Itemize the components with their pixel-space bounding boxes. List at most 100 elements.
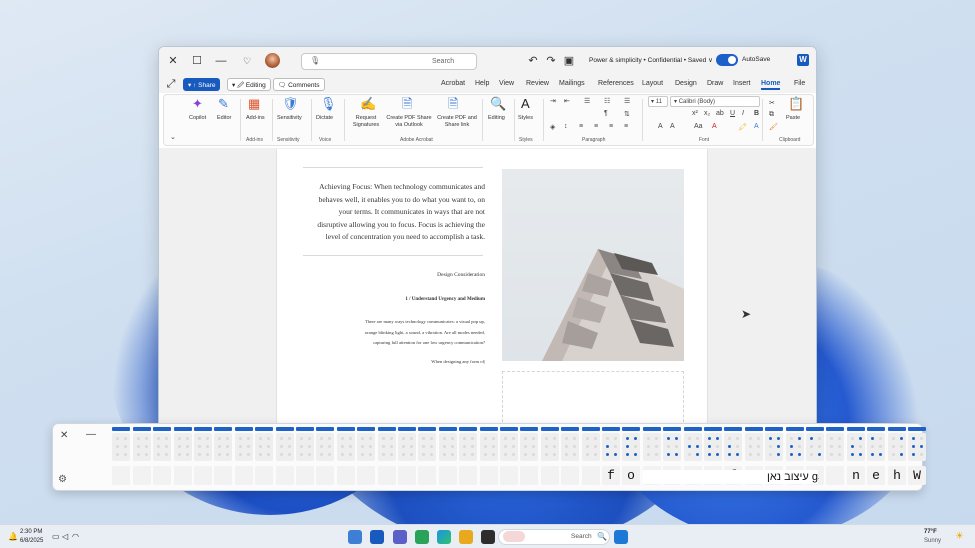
font-size-select[interactable]: ▾ 11 bbox=[648, 96, 668, 107]
braille-char bbox=[459, 466, 477, 485]
decrease-indent-icon[interactable]: ⇤ bbox=[564, 97, 570, 105]
addins-icon[interactable]: ▦ bbox=[248, 97, 260, 111]
font-color-icon[interactable]: A bbox=[712, 123, 717, 130]
volume-icon[interactable]: ◁ bbox=[62, 532, 68, 541]
tab-draw[interactable]: Draw bbox=[707, 80, 723, 87]
braille-dot bbox=[545, 437, 548, 440]
tab-help[interactable]: Help bbox=[475, 80, 489, 87]
shading-icon[interactable]: ◈ bbox=[550, 123, 555, 131]
maximize-icon[interactable]: ☐ bbox=[189, 54, 205, 68]
autosave-toggle[interactable] bbox=[716, 54, 738, 66]
highlight-icon[interactable]: 🖍 bbox=[738, 123, 747, 131]
avatar[interactable] bbox=[265, 53, 280, 68]
redo-icon[interactable]: ↷ bbox=[543, 54, 559, 68]
show-marks-icon[interactable]: ¶ bbox=[604, 110, 608, 117]
find-icon[interactable]: 🔍 bbox=[490, 97, 506, 111]
sensitivity-icon[interactable]: 🛡 bbox=[282, 97, 299, 111]
paste-icon[interactable]: 📋 bbox=[788, 97, 804, 111]
format-painter-icon[interactable]: 🖌 bbox=[769, 123, 778, 131]
change-case-icon[interactable]: Aa bbox=[694, 123, 703, 130]
cut-icon[interactable]: ✂ bbox=[769, 99, 775, 107]
collapse-ribbon-icon[interactable]: ⌄ bbox=[170, 133, 176, 141]
pin-icon[interactable]: ⤢ bbox=[163, 77, 179, 91]
store-icon[interactable] bbox=[415, 530, 429, 544]
braille-dot-grid bbox=[378, 433, 396, 461]
microphone-icon[interactable]: 🎙 bbox=[310, 56, 320, 65]
app-taskbar-icon[interactable] bbox=[348, 530, 362, 544]
word-taskbar-icon[interactable] bbox=[370, 530, 384, 544]
braille-char bbox=[153, 466, 171, 485]
font-name-select[interactable]: ▾ Calibri (Body) bbox=[670, 96, 760, 107]
strikethrough-icon[interactable]: ab bbox=[716, 110, 724, 117]
tab-references[interactable]: References bbox=[598, 80, 634, 87]
task-view-icon[interactable] bbox=[481, 530, 495, 544]
comments-button[interactable]: 🗨 Comments bbox=[273, 78, 325, 91]
styles-icon[interactable]: A bbox=[521, 97, 530, 111]
editor-icon[interactable]: ✎ bbox=[218, 97, 229, 111]
align-right-icon[interactable]: ≡ bbox=[594, 123, 598, 130]
minimize-icon[interactable]: — bbox=[86, 429, 96, 440]
align-center-icon[interactable]: ≡ bbox=[609, 123, 613, 130]
sort-icon[interactable]: ⇅ bbox=[624, 110, 630, 118]
edge-icon[interactable] bbox=[437, 530, 451, 544]
tab-file[interactable]: File bbox=[794, 80, 805, 87]
share-button[interactable]: ▾ ↑ Share bbox=[183, 78, 221, 91]
create-pdf-link-icon[interactable]: 🗎 bbox=[448, 97, 458, 111]
braille-cursor-bar bbox=[255, 427, 273, 431]
superscript-icon[interactable]: x² bbox=[692, 110, 698, 117]
line-spacing-icon[interactable]: ↕ bbox=[564, 123, 568, 130]
bold-icon[interactable]: B bbox=[754, 110, 759, 117]
notification-bell-icon[interactable]: 🔔 bbox=[8, 532, 18, 541]
create-pdf-outlook-icon[interactable]: 🗎 bbox=[402, 97, 412, 111]
wifi-icon[interactable]: ◠ bbox=[72, 532, 79, 541]
braille-cursor-bar bbox=[439, 427, 457, 431]
tab-review[interactable]: Review bbox=[526, 80, 549, 87]
braille-dot bbox=[178, 453, 181, 456]
underline-icon[interactable]: U bbox=[730, 110, 735, 117]
clock-time[interactable]: 2:30 PM bbox=[20, 529, 42, 535]
subscript-icon[interactable]: x₂ bbox=[704, 110, 710, 117]
teams-icon[interactable] bbox=[393, 530, 407, 544]
italic-icon[interactable]: I bbox=[742, 110, 744, 117]
document-title[interactable]: Power & simplicity • Confidential • Save… bbox=[589, 56, 713, 64]
save-icon[interactable]: ▣ bbox=[561, 54, 577, 68]
braille-dot bbox=[553, 453, 556, 456]
request-signatures-icon[interactable]: ✍ bbox=[360, 97, 376, 111]
tab-acrobat[interactable]: Acrobat bbox=[441, 80, 465, 87]
tab-layout[interactable]: Layout bbox=[642, 80, 663, 87]
tab-design[interactable]: Design bbox=[675, 80, 697, 87]
tab-mailings[interactable]: Mailings bbox=[559, 80, 585, 87]
weather-icon[interactable]: ☀ bbox=[955, 531, 964, 542]
shrink-font-icon[interactable]: A bbox=[658, 123, 663, 130]
clock-date[interactable]: 6/8/2025 bbox=[20, 538, 43, 544]
multilevel-list-icon[interactable]: ☰ bbox=[584, 97, 590, 105]
taskbar-search-input[interactable]: 🔍 Search bbox=[498, 529, 610, 545]
editing-mode-button[interactable]: ▾ 🖉 Editing bbox=[227, 78, 271, 91]
tab-home[interactable]: Home bbox=[761, 80, 781, 90]
grow-font-icon[interactable]: A bbox=[670, 123, 675, 130]
copilot-icon[interactable]: ✦ bbox=[192, 97, 203, 111]
close-icon[interactable]: ✕ bbox=[60, 430, 68, 441]
braille-dot bbox=[655, 437, 658, 440]
undo-icon[interactable]: ↶ bbox=[525, 54, 541, 68]
numbering-icon[interactable]: ☷ bbox=[604, 97, 610, 105]
minimize-icon[interactable]: — bbox=[213, 54, 229, 68]
start-icon[interactable] bbox=[614, 530, 628, 544]
increase-indent-icon[interactable]: ⇥ bbox=[550, 97, 556, 105]
braille-char bbox=[235, 466, 253, 485]
battery-icon[interactable]: ▭ bbox=[52, 532, 60, 541]
lightbulb-icon[interactable]: ♡ bbox=[239, 54, 255, 68]
close-icon[interactable]: ✕ bbox=[165, 54, 181, 68]
settings-icon[interactable]: ⚙ bbox=[58, 474, 67, 485]
bullets-icon[interactable]: ☰ bbox=[624, 97, 630, 105]
search-input[interactable]: 🎙 Search bbox=[301, 53, 477, 70]
file-explorer-icon[interactable] bbox=[459, 530, 473, 544]
document-page[interactable]: Achieving Focus: When technology communi… bbox=[276, 149, 708, 425]
text-effects-icon[interactable]: A bbox=[754, 123, 759, 130]
justify-icon[interactable]: ≡ bbox=[579, 123, 583, 130]
tab-view[interactable]: View bbox=[499, 80, 514, 87]
copy-icon[interactable]: ⧉ bbox=[769, 111, 774, 119]
align-left-icon[interactable]: ≡ bbox=[624, 123, 628, 130]
dictate-icon[interactable]: 🎙 bbox=[320, 97, 337, 111]
tab-insert[interactable]: Insert bbox=[733, 80, 751, 87]
